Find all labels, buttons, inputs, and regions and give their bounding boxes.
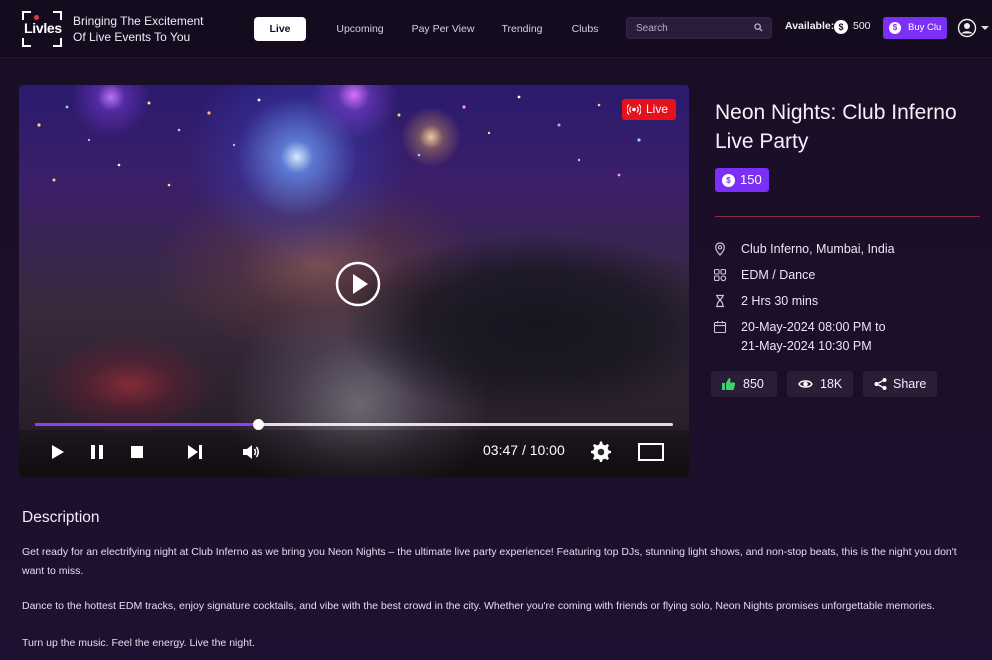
- time-separator: /: [521, 442, 526, 458]
- event-price: 150: [740, 172, 762, 187]
- available-label: Available:: [785, 20, 835, 32]
- description-paragraph: Turn up the music. Feel the energy. Live…: [22, 637, 255, 649]
- like-count: 850: [743, 377, 764, 391]
- stage-lights-image: [37, 95, 671, 187]
- seek-bar-thumb[interactable]: [253, 419, 265, 430]
- location-pin-icon: [715, 242, 725, 256]
- settings-gear-icon[interactable]: [590, 441, 612, 463]
- play-icon[interactable]: [46, 441, 68, 463]
- seek-bar-progress: [35, 423, 259, 426]
- logo-corner: [53, 38, 62, 47]
- description-paragraph: Dance to the hottest EDM tracks, enjoy s…: [22, 600, 935, 612]
- share-icon: [874, 378, 887, 390]
- genre-icon: [713, 268, 727, 282]
- event-genre-text: EDM / Dance: [741, 268, 816, 282]
- playback-time: 03:47 / 10:00: [483, 442, 565, 458]
- total-duration: 10:00: [529, 442, 565, 458]
- event-date-start: 20-May-2024 08:00 PM to: [741, 320, 886, 334]
- wallet-balance: 500: [853, 20, 871, 32]
- description-heading: Description: [22, 509, 100, 526]
- nav-pay-per-view[interactable]: Pay Per View: [408, 17, 478, 41]
- nav-clubs[interactable]: Clubs: [566, 17, 604, 41]
- hourglass-icon: [716, 294, 724, 308]
- share-label: Share: [893, 377, 927, 391]
- play-overlay-icon[interactable]: [335, 261, 381, 307]
- event-title: Neon Nights: Club Inferno Live Party: [715, 101, 957, 153]
- like-button[interactable]: 850: [711, 371, 777, 397]
- current-time: 03:47: [483, 442, 519, 458]
- logo-corner: [22, 11, 31, 20]
- logo-corner: [53, 11, 62, 20]
- logo-corner: [22, 38, 31, 47]
- description-paragraph: Get ready for an electrifying night at C…: [22, 546, 957, 577]
- brand-tagline: Bringing The Excitement Of Live Events T…: [73, 14, 204, 44]
- calendar-icon: [713, 321, 727, 334]
- nav-live[interactable]: Live: [254, 17, 306, 41]
- buy-coins-label: Buy Clu: [908, 22, 942, 33]
- pause-icon[interactable]: [86, 441, 108, 463]
- share-button[interactable]: Share: [863, 371, 937, 397]
- live-badge-label: Live: [646, 102, 669, 116]
- video-player[interactable]: Live 03:47 / 10:00: [19, 85, 689, 477]
- volume-icon[interactable]: [240, 441, 262, 463]
- eye-icon: [798, 380, 813, 388]
- user-avatar-icon[interactable]: [957, 18, 977, 38]
- search-icon[interactable]: [754, 23, 763, 32]
- views-counter: 18K: [787, 371, 853, 397]
- coin-icon: $: [834, 20, 848, 34]
- logo-text: Livles: [24, 20, 62, 36]
- event-location-text: Club Inferno, Mumbai, India: [741, 242, 895, 256]
- divider: [715, 216, 980, 217]
- fullscreen-icon[interactable]: [637, 441, 665, 463]
- view-count: 18K: [820, 377, 843, 391]
- nav-upcoming[interactable]: Upcoming: [330, 17, 390, 41]
- livles-logo[interactable]: Livles: [22, 11, 62, 47]
- skip-next-icon[interactable]: [184, 441, 206, 463]
- search-input[interactable]: [636, 21, 746, 35]
- player-controls: 03:47 / 10:00: [19, 430, 689, 477]
- search-box: [626, 17, 772, 39]
- nav-trending[interactable]: Trending: [495, 17, 549, 41]
- thumbs-up-icon: [722, 378, 736, 390]
- stop-icon[interactable]: [126, 441, 148, 463]
- broadcast-icon: [627, 104, 641, 115]
- event-duration-text: 2 Hrs 30 mins: [741, 294, 819, 308]
- event-price-badge: $ 150: [715, 168, 769, 192]
- coin-icon: $: [889, 22, 901, 34]
- chevron-down-icon[interactable]: [981, 26, 989, 30]
- event-date-end: 21-May-2024 10:30 PM: [741, 339, 872, 353]
- live-badge: Live: [622, 99, 676, 120]
- seek-bar[interactable]: [35, 419, 673, 430]
- top-navigation-bar: Livles Bringing The Excitement Of Live E…: [0, 0, 992, 58]
- coin-icon: $: [722, 174, 735, 187]
- buy-coins-button[interactable]: $ Buy Clu: [883, 17, 947, 39]
